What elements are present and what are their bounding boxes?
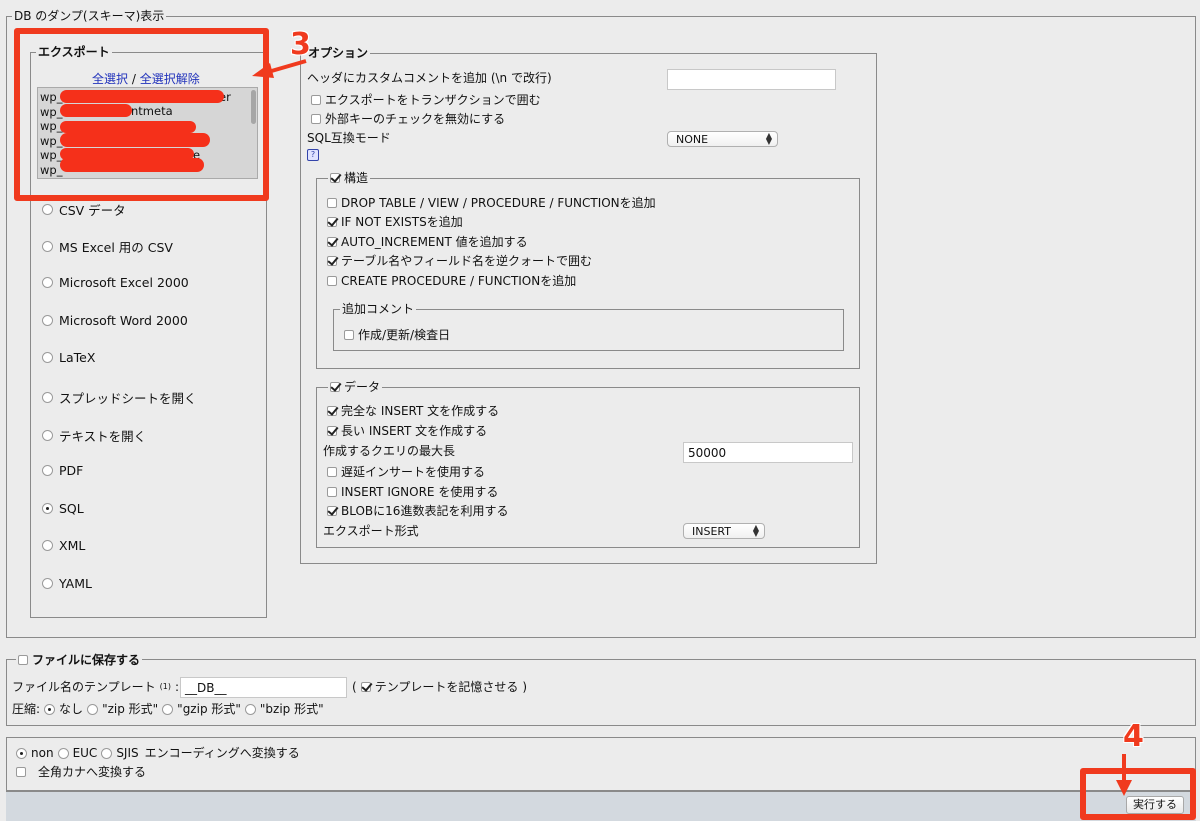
- compression-zip-radio[interactable]: [87, 703, 99, 715]
- format-text[interactable]: テキストを開く: [42, 426, 146, 445]
- format-pdf[interactable]: PDF: [42, 463, 83, 478]
- annotation-arrow-3-icon: [252, 59, 307, 78]
- backquote-checkbox[interactable]: [327, 256, 337, 266]
- format-latex[interactable]: LaTeX: [42, 350, 95, 365]
- format-spreadsheet[interactable]: スプレッドシートを開く: [42, 388, 197, 407]
- kana-option[interactable]: 全角カナへ変換する: [16, 764, 146, 780]
- extended-insert-checkbox[interactable]: [327, 426, 337, 436]
- filename-template-label: ファイル名のテンプレート (1):: [12, 680, 180, 694]
- delayed-insert-option[interactable]: 遅延インサートを使用する: [327, 464, 485, 480]
- format-radio[interactable]: [42, 277, 53, 288]
- encoding-euc-radio[interactable]: [57, 747, 69, 759]
- blob-hex-option[interactable]: BLOBに16進数表記を利用する: [327, 503, 508, 519]
- format-radio[interactable]: [42, 315, 53, 326]
- format-radio[interactable]: [42, 540, 53, 551]
- bottom-bar: [6, 791, 1196, 821]
- if-not-exists-checkbox[interactable]: [327, 217, 337, 227]
- compression-none-radio[interactable]: [44, 703, 56, 715]
- drop-table-option[interactable]: DROP TABLE / VIEW / PROCEDURE / FUNCTION…: [327, 195, 656, 211]
- select-arrows-icon: ▲ ▼: [752, 523, 759, 538]
- complete-insert-option[interactable]: 完全な INSERT 文を作成する: [327, 403, 499, 419]
- if-not-exists-option[interactable]: IF NOT EXISTSを追加: [327, 214, 463, 230]
- compression-bzip-radio[interactable]: [244, 703, 256, 715]
- filename-template-input[interactable]: __DB__: [180, 677, 347, 698]
- data-checkbox[interactable]: [330, 382, 340, 392]
- blob-hex-checkbox[interactable]: [327, 506, 337, 516]
- format-radio[interactable]: [42, 578, 53, 589]
- data-legend[interactable]: データ: [328, 379, 383, 395]
- format-xml[interactable]: XML: [42, 538, 85, 553]
- create-procedure-checkbox[interactable]: [327, 276, 337, 286]
- header-comment-input[interactable]: [667, 69, 836, 90]
- format-yaml[interactable]: YAML: [42, 576, 92, 591]
- format-csv[interactable]: CSV データ: [42, 200, 126, 219]
- annotation-number-3: 3: [290, 27, 311, 62]
- options-legend: オプション: [306, 46, 371, 60]
- sql-compat-select[interactable]: NONE ▲ ▼: [667, 131, 778, 147]
- annotation-number-4: 4: [1123, 719, 1144, 754]
- annotation-box-4: [1080, 768, 1196, 820]
- max-query-label: 作成するクエリの最大長: [323, 444, 456, 458]
- max-query-input[interactable]: 50000: [683, 442, 853, 463]
- dates-option[interactable]: 作成/更新/検査日: [344, 327, 450, 343]
- complete-insert-checkbox[interactable]: [327, 406, 337, 416]
- delayed-insert-checkbox[interactable]: [327, 467, 337, 477]
- drop-table-checkbox[interactable]: [327, 198, 337, 208]
- comments-legend: 追加コメント: [340, 302, 417, 316]
- backquote-option[interactable]: テーブル名やフィールド名を逆クォートで囲む: [327, 253, 592, 269]
- remember-template-option[interactable]: ( テンプレートを記憶させる ): [352, 679, 527, 695]
- annotation-arrow-4-icon: [1116, 754, 1132, 796]
- create-procedure-option[interactable]: CREATE PROCEDURE / FUNCTIONを追加: [327, 273, 576, 289]
- format-radio[interactable]: [42, 465, 53, 476]
- encoding-non-radio[interactable]: [16, 747, 27, 759]
- auto-increment-checkbox[interactable]: [327, 237, 337, 247]
- annotation-box-3: [14, 28, 269, 201]
- format-excel-csv[interactable]: MS Excel 用の CSV: [42, 237, 173, 256]
- format-word-2000[interactable]: Microsoft Word 2000: [42, 313, 188, 328]
- select-arrows-icon: ▲ ▼: [765, 131, 772, 146]
- compression-gzip-radio[interactable]: [162, 703, 174, 715]
- fk-option[interactable]: 外部キーのチェックを無効にする: [311, 111, 505, 127]
- dates-checkbox[interactable]: [344, 330, 354, 340]
- transaction-option[interactable]: エクスポートをトランザクションで囲む: [311, 92, 541, 108]
- format-radio[interactable]: [42, 204, 53, 215]
- encoding-row: non EUC SJIS エンコーディングへ変換する: [16, 745, 300, 761]
- format-radio[interactable]: [42, 352, 53, 363]
- structure-checkbox[interactable]: [330, 173, 340, 183]
- compression-row: 圧縮: なし "zip 形式" "gzip 形式" "bzip 形式": [12, 702, 324, 716]
- help-icon[interactable]: ?: [307, 149, 319, 161]
- format-excel-2000[interactable]: Microsoft Excel 2000: [42, 275, 189, 290]
- export-type-select[interactable]: INSERT ▲ ▼: [683, 523, 765, 539]
- structure-legend[interactable]: 構造: [328, 170, 371, 186]
- dump-legend: DB のダンプ(スキーマ)表示: [12, 9, 167, 23]
- insert-ignore-option[interactable]: INSERT IGNORE を使用する: [327, 484, 498, 500]
- export-type-label: エクスポート形式: [323, 524, 419, 538]
- format-radio-selected[interactable]: [42, 503, 53, 514]
- format-sql[interactable]: SQL: [42, 501, 84, 516]
- transaction-checkbox[interactable]: [311, 95, 321, 105]
- remember-template-checkbox[interactable]: [360, 682, 371, 692]
- header-comment-label: ヘッダにカスタムコメントを追加 (\n で改行): [307, 71, 552, 85]
- save-checkbox[interactable]: [18, 655, 28, 665]
- auto-increment-option[interactable]: AUTO_INCREMENT 値を追加する: [327, 234, 528, 250]
- format-radio[interactable]: [42, 241, 53, 252]
- save-legend[interactable]: ファイルに保存する: [16, 652, 143, 668]
- sql-compat-label: SQL互換モード: [307, 131, 391, 145]
- encoding-sjis-radio[interactable]: [101, 747, 113, 759]
- format-radio[interactable]: [42, 430, 53, 441]
- fk-checkbox[interactable]: [311, 114, 321, 124]
- insert-ignore-checkbox[interactable]: [327, 487, 337, 497]
- format-radio[interactable]: [42, 392, 53, 403]
- extended-insert-option[interactable]: 長い INSERT 文を作成する: [327, 423, 487, 439]
- kana-checkbox[interactable]: [16, 767, 26, 777]
